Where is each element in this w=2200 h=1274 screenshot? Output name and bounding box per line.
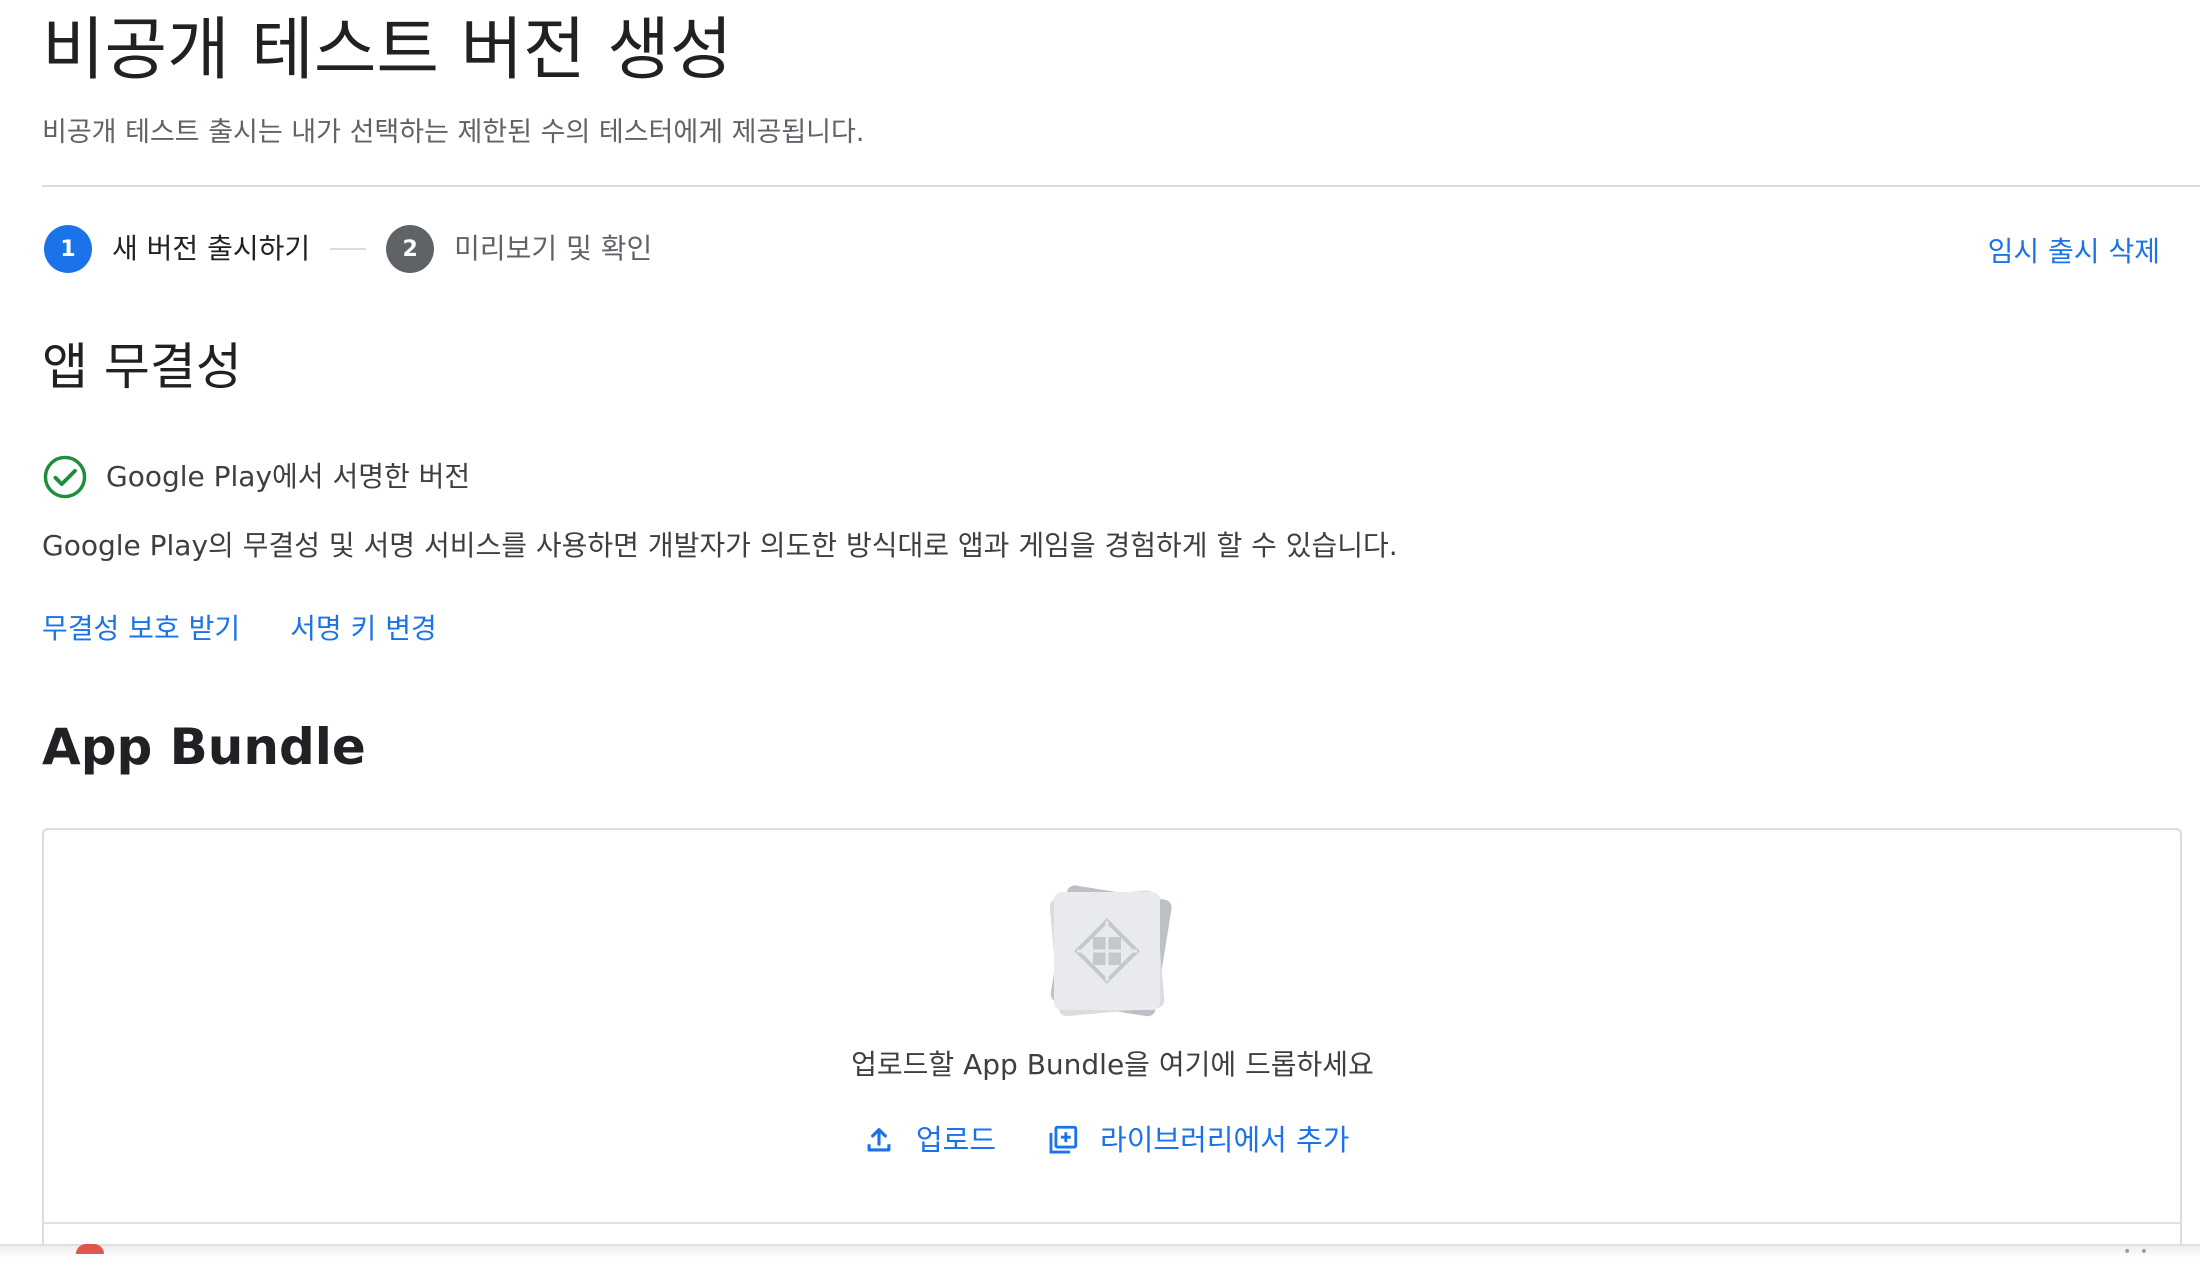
- library-add-icon: [1049, 1125, 1078, 1154]
- add-from-library-label: 라이브러리에서 추가: [1100, 1123, 1350, 1157]
- more-options-icon[interactable]: • •: [2123, 1244, 2150, 1260]
- header-divider: [42, 185, 2200, 187]
- integrity-description: Google Play의 무결성 및 서명 서비스를 사용하면 개발자가 의도한…: [42, 529, 1398, 562]
- change-signing-key-link[interactable]: 서명 키 변경: [290, 609, 437, 649]
- upload-button-label: 업로드: [916, 1123, 997, 1157]
- check-circle-icon: [43, 455, 87, 499]
- release-stepper: 1 새 버전 출시하기 2 미리보기 및 확인: [44, 224, 652, 274]
- app-integrity-title: 앱 무결성: [42, 338, 242, 396]
- scroll-edge-shadow: [0, 1244, 2200, 1274]
- add-from-library-button[interactable]: 라이브러리에서 추가: [1046, 1120, 1349, 1160]
- step-2-label[interactable]: 미리보기 및 확인: [454, 229, 652, 269]
- signed-status-label: Google Play에서 서명한 버전: [106, 460, 471, 493]
- step-1-number[interactable]: 1: [44, 225, 92, 273]
- app-bundle-icon: [1049, 885, 1172, 1017]
- page-title: 비공개 테스트 버전 생성: [42, 11, 733, 90]
- upload-button[interactable]: 업로드: [862, 1120, 996, 1160]
- step-1-label[interactable]: 새 버전 출시하기: [112, 229, 310, 269]
- dropzone-instruction: 업로드할 App Bundle을 여기에 드롭하세요: [851, 1048, 1374, 1081]
- error-indicator-icon: [76, 1244, 104, 1254]
- step-connector: [330, 248, 367, 250]
- get-integrity-protection-link[interactable]: 무결성 보호 받기: [42, 609, 240, 649]
- signed-status-row: Google Play에서 서명한 버전: [42, 452, 470, 502]
- dropzone-divider: [44, 1222, 2180, 1224]
- discard-draft-release-link[interactable]: 임시 출시 삭제: [1988, 232, 2160, 272]
- step-2-number[interactable]: 2: [386, 225, 435, 273]
- app-bundle-title: App Bundle: [42, 718, 366, 776]
- dropzone-actions: 업로드 라이브러리에서 추가: [862, 1118, 1349, 1162]
- upload-icon: [867, 1128, 891, 1152]
- page-subtitle: 비공개 테스트 출시는 내가 선택하는 제한된 수의 테스터에게 제공됩니다.: [42, 117, 865, 148]
- integrity-links: 무결성 보호 받기 서명 키 변경: [42, 609, 437, 649]
- create-closed-test-page: 비공개 테스트 버전 생성 비공개 테스트 출시는 내가 선택하는 제한된 수의…: [0, 0, 2200, 1274]
